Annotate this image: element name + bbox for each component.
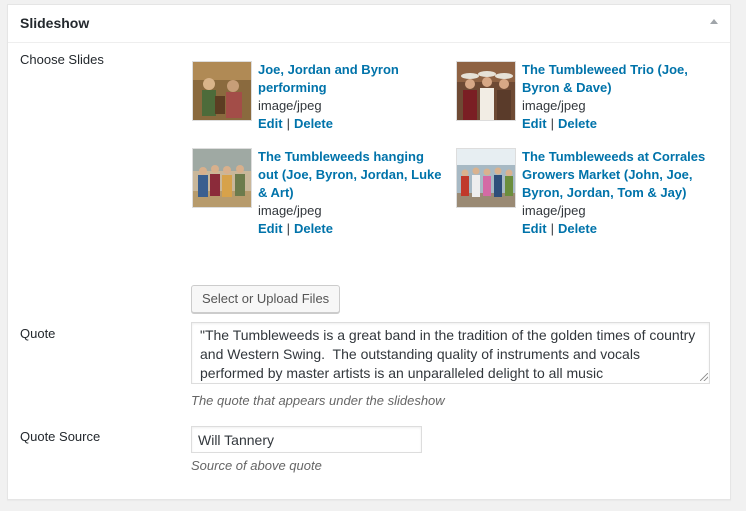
edit-link[interactable]: Edit — [522, 116, 547, 131]
select-upload-files-button[interactable]: Select or Upload Files — [191, 285, 341, 313]
quote-label: Quote — [20, 326, 56, 341]
delete-link[interactable]: Delete — [558, 221, 597, 236]
separator: | — [550, 221, 554, 236]
edit-link[interactable]: Edit — [522, 221, 547, 236]
metabox-header[interactable]: Slideshow — [8, 5, 730, 43]
quote-source-label: Quote Source — [20, 429, 101, 444]
slide-thumbnail[interactable] — [456, 61, 516, 121]
slide-thumbnail[interactable] — [192, 61, 252, 121]
slide-title-link[interactable]: Joe, Jordan and Byron performing — [258, 61, 443, 97]
slide-title-link[interactable]: The Tumbleweeds hanging out (Joe, Byron,… — [258, 148, 443, 202]
metabox-title: Slideshow — [20, 15, 90, 31]
slide-item: The Tumbleweed Trio (Joe, Byron & Dave) … — [456, 61, 706, 141]
slide-thumbnail[interactable] — [192, 148, 252, 208]
slide-mime-type: image/jpeg — [522, 203, 586, 218]
separator: | — [286, 221, 290, 236]
delete-link[interactable]: Delete — [558, 116, 597, 131]
delete-link[interactable]: Delete — [294, 116, 333, 131]
quote-description: The quote that appears under the slidesh… — [191, 393, 445, 408]
quote-source-input[interactable] — [191, 426, 422, 453]
delete-link[interactable]: Delete — [294, 221, 333, 236]
separator: | — [286, 116, 290, 131]
slide-mime-type: image/jpeg — [258, 98, 322, 113]
quote-source-description: Source of above quote — [191, 458, 322, 473]
quote-textarea[interactable]: "The Tumbleweeds is a great band in the … — [191, 322, 710, 384]
edit-link[interactable]: Edit — [258, 116, 283, 131]
slide-item: The Tumbleweeds hanging out (Joe, Byron,… — [192, 148, 442, 248]
slide-title-link[interactable]: The Tumbleweed Trio (Joe, Byron & Dave) — [522, 61, 707, 97]
slide-item: Joe, Jordan and Byron performing image/j… — [192, 61, 442, 141]
slide-mime-type: image/jpeg — [258, 203, 322, 218]
choose-slides-label: Choose Slides — [20, 52, 104, 67]
slideshow-metabox: Slideshow Choose Slides Joe, Jordan and … — [7, 4, 731, 500]
slide-thumbnail[interactable] — [456, 148, 516, 208]
slide-title-link[interactable]: The Tumbleweeds at Corrales Growers Mark… — [522, 148, 707, 202]
slide-item: The Tumbleweeds at Corrales Growers Mark… — [456, 148, 706, 263]
edit-link[interactable]: Edit — [258, 221, 283, 236]
arrow-up-icon[interactable] — [710, 19, 718, 24]
slide-mime-type: image/jpeg — [522, 98, 586, 113]
separator: | — [550, 116, 554, 131]
